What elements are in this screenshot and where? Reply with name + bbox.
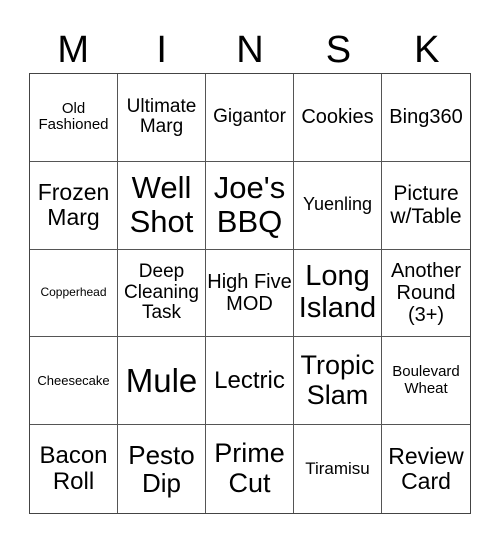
bingo-cell[interactable]: Review Card bbox=[382, 425, 470, 513]
bingo-cell[interactable]: Pesto Dip bbox=[118, 425, 206, 513]
bingo-header: M I N S K bbox=[29, 28, 471, 72]
bingo-cell[interactable]: Prime Cut bbox=[206, 425, 294, 513]
bingo-cell[interactable]: Cheesecake bbox=[30, 337, 118, 426]
bingo-cell[interactable]: Picture w/Table bbox=[382, 162, 470, 250]
bingo-cell[interactable]: Tropic Slam bbox=[294, 337, 382, 426]
bingo-cell[interactable]: Long Island bbox=[294, 249, 382, 338]
bingo-cell[interactable]: Well Shot bbox=[118, 161, 206, 250]
header-letter-i: I bbox=[156, 29, 167, 71]
bingo-cell[interactable]: Yuenling bbox=[294, 161, 382, 250]
bingo-cell[interactable]: Bacon Roll bbox=[30, 425, 118, 513]
bingo-cell[interactable]: Boulevard Wheat bbox=[382, 337, 470, 426]
bingo-cell[interactable]: Tiramisu bbox=[294, 425, 382, 513]
bingo-cell[interactable]: High Five MOD bbox=[206, 249, 294, 338]
bingo-cell[interactable]: Joe's BBQ bbox=[206, 161, 294, 250]
bingo-grid: Old Fashioned Ultimate Marg Gigantor Coo… bbox=[29, 73, 471, 514]
bingo-cell[interactable]: Copperhead bbox=[30, 249, 118, 338]
header-letter-s: S bbox=[325, 29, 352, 71]
bingo-cell[interactable]: Bing360 bbox=[382, 74, 470, 162]
header-letter-n: N bbox=[236, 29, 264, 71]
bingo-cell[interactable]: Mule bbox=[118, 337, 206, 426]
bingo-cell[interactable]: Frozen Marg bbox=[30, 161, 118, 250]
bingo-cell[interactable]: Lectric bbox=[206, 337, 294, 426]
bingo-cell[interactable]: Another Round (3+) bbox=[382, 250, 470, 338]
header-letter-k: K bbox=[414, 29, 440, 71]
bingo-cell[interactable]: Gigantor bbox=[206, 74, 294, 162]
bingo-cell[interactable]: Cookies bbox=[294, 74, 382, 162]
bingo-cell[interactable]: Deep Cleaning Task bbox=[118, 249, 206, 338]
bingo-cell[interactable]: Ultimate Marg bbox=[118, 74, 206, 162]
header-letter-m: M bbox=[57, 29, 90, 71]
bingo-cell[interactable]: Old Fashioned bbox=[30, 74, 118, 162]
